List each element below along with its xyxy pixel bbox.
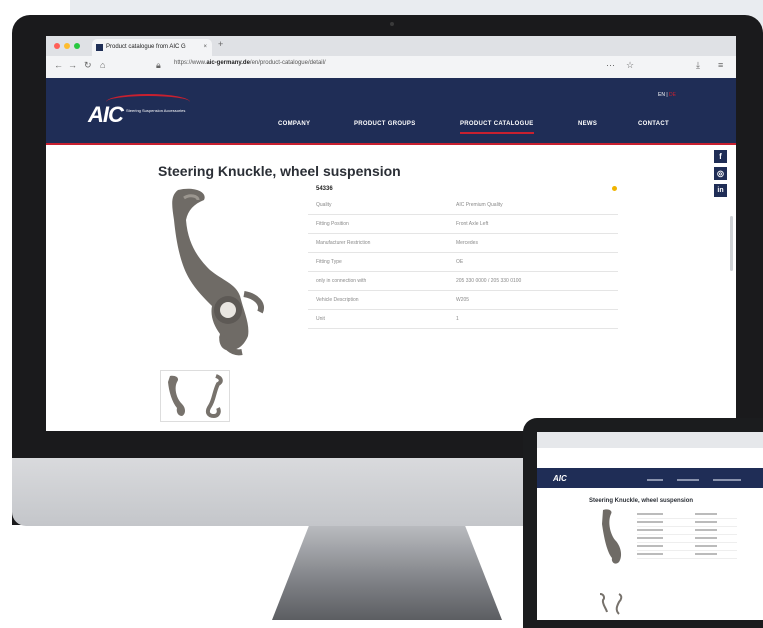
- spec-row: Vehicle Description W205: [308, 291, 618, 310]
- extensions-icon[interactable]: ⋯: [606, 60, 615, 71]
- instagram-icon[interactable]: ◎: [714, 167, 727, 180]
- new-tab-button[interactable]: +: [218, 39, 223, 49]
- tablet-spec-row: [637, 528, 737, 535]
- close-window-dot[interactable]: [54, 43, 60, 49]
- spec-row: Fitting Type OE: [308, 253, 618, 272]
- bookmark-icon[interactable]: ☆: [626, 60, 634, 71]
- tablet-spec-row: [637, 544, 737, 551]
- tablet-thumbnails: [599, 593, 623, 615]
- spec-value: AIC Premium Quality: [456, 202, 503, 208]
- spec-label: Fitting Type: [316, 259, 342, 265]
- product-title: Steering Knuckle, wheel suspension: [158, 163, 401, 179]
- spec-row: only in connection with 205 330 0000 / 20…: [308, 272, 618, 291]
- spec-row: Unit 1: [308, 310, 618, 329]
- tablet-spec-row: [637, 536, 737, 543]
- tab-close-icon[interactable]: ×: [203, 39, 207, 56]
- tab-title: Product catalogue from AIC G: [106, 44, 186, 50]
- camera: [390, 22, 394, 26]
- url-prefix: https://www.: [174, 60, 207, 66]
- thumbnail-image[interactable]: [164, 374, 194, 418]
- tablet-product-title: Steering Knuckle, wheel suspension: [589, 498, 694, 504]
- favorite-star-icon[interactable]: [612, 186, 617, 191]
- reload-icon[interactable]: ↻: [84, 60, 92, 71]
- tablet-part-image: [602, 509, 622, 564]
- spec-label: Quality: [316, 202, 332, 208]
- spec-label: only in connection with: [316, 278, 367, 284]
- browser-tab-bar: Product catalogue from AIC G × +: [46, 36, 736, 56]
- tablet-nav-item[interactable]: [647, 479, 663, 481]
- tablet-browser-chrome: [537, 432, 763, 448]
- url-field[interactable]: https://www.aic-germany.de/en/product-ca…: [174, 60, 326, 66]
- language-switcher[interactable]: EN | DE: [658, 92, 676, 98]
- header-divider: [46, 143, 736, 145]
- nav-product-groups[interactable]: PRODUCT GROUPS: [354, 121, 416, 127]
- minimize-window-dot[interactable]: [64, 43, 70, 49]
- maximize-window-dot[interactable]: [74, 43, 80, 49]
- url-domain: aic-germany.de: [206, 60, 250, 66]
- browser-toolbar: ← → ↻ ⌂ 🔒︎ https://www.aic-germany.de/en…: [46, 56, 736, 79]
- lang-current[interactable]: EN: [658, 92, 665, 98]
- lang-alt[interactable]: DE: [669, 92, 676, 98]
- image-thumbnails: [160, 370, 230, 422]
- home-icon[interactable]: ⌂: [100, 60, 105, 70]
- spec-label: Fitting Position: [316, 221, 349, 227]
- back-icon[interactable]: ←: [54, 60, 63, 70]
- spec-label: Manufacturer Restriction: [316, 240, 371, 246]
- tablet-screen: AIC Steering Knuckle, wheel suspension: [537, 432, 763, 620]
- menu-icon[interactable]: ≡: [718, 60, 723, 70]
- steering-knuckle-image[interactable]: [164, 186, 284, 361]
- thumbnail-image[interactable]: [196, 374, 226, 418]
- tablet-logo[interactable]: AIC: [553, 474, 567, 483]
- spec-label: Unit: [316, 316, 325, 322]
- tablet-spec-row: [637, 552, 737, 559]
- spec-value: 1: [456, 316, 459, 322]
- spec-label: Vehicle Description: [316, 297, 359, 303]
- spec-row: Quality AIC Premium Quality: [308, 196, 618, 215]
- tablet-spec-row: [637, 520, 737, 527]
- nav-news[interactable]: NEWS: [578, 121, 597, 127]
- linkedin-icon[interactable]: in: [714, 184, 727, 197]
- nav-company[interactable]: COMPANY: [278, 121, 310, 127]
- scrollbar[interactable]: [730, 216, 733, 271]
- nav-contact[interactable]: CONTACT: [638, 121, 669, 127]
- facebook-icon[interactable]: f: [714, 150, 727, 163]
- lock-icon: 🔒︎: [156, 60, 161, 70]
- spec-value: 205 330 0000 / 205 330 0100: [456, 278, 522, 284]
- imac-screen: Product catalogue from AIC G × + ← → ↻ ⌂…: [46, 36, 736, 431]
- site-logo[interactable]: AIC: [88, 102, 124, 128]
- spec-value: W205: [456, 297, 470, 303]
- spec-value: Mercedes: [456, 240, 478, 246]
- tablet-nav-item[interactable]: [677, 479, 699, 481]
- downloads-icon[interactable]: ⤓: [696, 60, 700, 71]
- spec-value: OE: [456, 259, 464, 265]
- tablet-spec-row: [637, 512, 737, 519]
- article-number: 54336: [316, 186, 333, 192]
- browser-tab[interactable]: Product catalogue from AIC G ×: [92, 39, 212, 56]
- imac-stand: [272, 526, 502, 620]
- nav-product-catalogue[interactable]: PRODUCT CATALOGUE: [460, 121, 534, 134]
- site-header: AIC Steering Suspension Accessories EN |…: [46, 78, 736, 143]
- spec-row: Fitting Position Front Axle Left: [308, 215, 618, 234]
- tablet-site-header: [537, 468, 763, 488]
- forward-icon[interactable]: →: [68, 60, 77, 70]
- tablet-nav-item[interactable]: [713, 479, 741, 481]
- logo-tagline: Steering Suspension Accessories: [126, 108, 186, 113]
- url-path: /en/product-catalogue/detail/: [249, 60, 326, 66]
- spec-value: Front Axle Left: [456, 221, 489, 227]
- favicon-icon: [96, 44, 103, 51]
- spec-row: Manufacturer Restriction Mercedes: [308, 234, 618, 253]
